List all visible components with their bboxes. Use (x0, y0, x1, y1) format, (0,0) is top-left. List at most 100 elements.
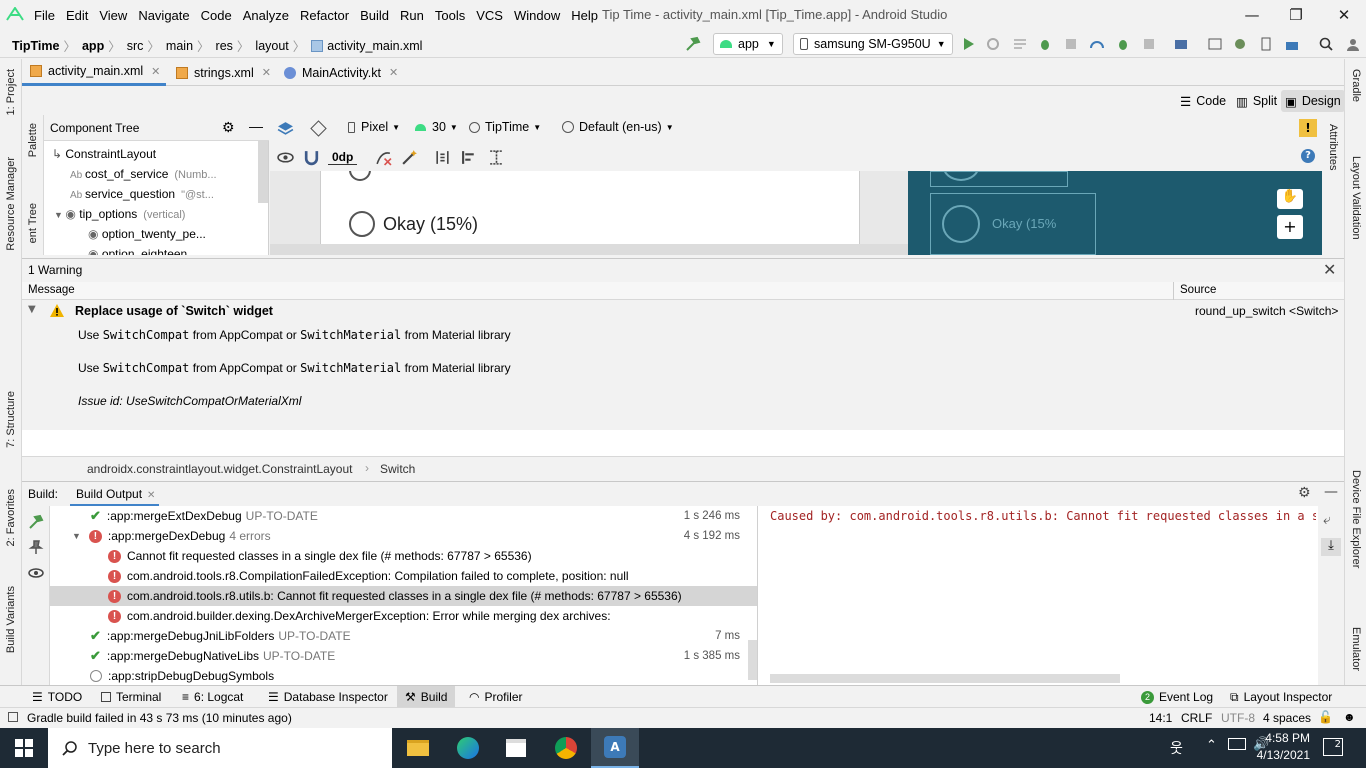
source-column-header[interactable]: Source (1180, 284, 1216, 296)
menu-view[interactable]: View (99, 8, 127, 23)
build-tool-button[interactable]: ⚒ Build (397, 686, 456, 708)
warning-icon[interactable]: ! (1299, 119, 1317, 137)
event-log-tool-button[interactable]: 2 Event Log (1141, 686, 1213, 708)
api-level-dropdown[interactable]: 30 ▼ (415, 120, 458, 134)
tree-item[interactable]: ▼ ◉ tip_options (vertical) (54, 207, 185, 221)
avd-manager-icon[interactable] (1207, 36, 1223, 52)
chevron-up-icon[interactable]: ⌃ (1206, 738, 1217, 753)
cursor-position[interactable]: 14:1 (1149, 711, 1172, 725)
layers-icon[interactable] (277, 120, 294, 137)
coverage-icon[interactable] (1063, 36, 1079, 52)
tab-strings[interactable]: strings.xml ✕ (168, 59, 272, 86)
file-explorer-taskbar-icon[interactable] (394, 728, 442, 768)
pack-icon[interactable] (434, 149, 451, 166)
orientation-icon[interactable] (310, 120, 327, 137)
minimize-panel-icon[interactable]: — (1324, 484, 1338, 500)
blueprint-preview[interactable]: Okay (15% ✋ + (908, 171, 1322, 255)
debug-icon[interactable] (1037, 36, 1053, 52)
scroll-to-end-icon[interactable]: ⤓ (1321, 538, 1341, 556)
crumb-layout[interactable]: layout (255, 39, 288, 53)
tab-main-activity[interactable]: MainActivity.kt ✕ (276, 59, 406, 86)
code-mode-button[interactable]: ☰ Code (1176, 90, 1230, 112)
infer-constraints-icon[interactable] (401, 149, 418, 166)
tree-scrollbar[interactable] (258, 141, 268, 203)
default-margin-dropdown[interactable]: 0dp (328, 150, 358, 165)
menu-build[interactable]: Build (360, 8, 389, 23)
device-manager-icon[interactable] (1258, 36, 1274, 52)
message-column-header[interactable]: Message (28, 284, 75, 296)
clock-date[interactable]: 4/13/2021 (1254, 748, 1310, 762)
pin-icon[interactable] (28, 539, 44, 555)
notifications-icon[interactable]: 2 (1323, 738, 1343, 756)
build-row[interactable]: ✔:app:mergeDebugNativeLibs UP-TO-DATE 1 s … (50, 646, 757, 666)
help-icon[interactable]: ? (1301, 149, 1315, 163)
device-preview-dropdown[interactable]: Pixel ▼ (348, 120, 400, 134)
structure-tool-tab[interactable]: 7: Structure (5, 391, 17, 448)
favorites-tool-tab[interactable]: 2: Favorites (5, 489, 17, 546)
close-tab-icon[interactable]: ✕ (151, 65, 160, 78)
attributes-tool-tab[interactable]: Attributes (1327, 124, 1339, 170)
hammer-icon[interactable] (685, 36, 701, 52)
lock-icon[interactable]: 🔓 (1318, 710, 1333, 724)
file-encoding[interactable]: UTF-8 (1221, 711, 1255, 725)
project-structure-icon[interactable] (1173, 36, 1189, 52)
palette-tab[interactable]: Palette (27, 123, 39, 157)
minimize-button[interactable]: — (1241, 4, 1263, 26)
tree-item[interactable]: Ab cost_of_service (Numb... (70, 167, 217, 181)
build-output-tab[interactable]: Build Output ✕ (70, 482, 160, 507)
crumb-res[interactable]: res (216, 39, 233, 53)
close-button[interactable]: ✕ (1333, 4, 1355, 26)
soft-wrap-icon[interactable]: ⤶ (1323, 512, 1331, 528)
crumb-src[interactable]: src (127, 39, 144, 53)
device-dropdown[interactable]: samsung SM-G950U ▼ (793, 33, 953, 55)
run-icon[interactable] (960, 36, 976, 52)
menu-vcs[interactable]: VCS (476, 8, 503, 23)
build-tree-scrollbar[interactable] (748, 640, 757, 680)
sdk-manager-icon[interactable] (1284, 36, 1300, 52)
search-icon[interactable] (1318, 36, 1334, 52)
start-button[interactable] (0, 728, 48, 768)
chrome-taskbar-icon[interactable] (542, 728, 590, 768)
align-icon[interactable] (461, 149, 478, 166)
todo-tool-button[interactable]: ☰ TODO (32, 686, 82, 708)
hammer-icon[interactable] (28, 514, 44, 530)
indent-setting[interactable]: 4 spaces (1263, 711, 1311, 725)
build-row[interactable]: ! Cannot fit requested classes in a singl… (50, 546, 757, 566)
element-path-child[interactable]: Switch (380, 462, 415, 476)
menu-tools[interactable]: Tools (435, 8, 465, 23)
run-config-dropdown[interactable]: app ▼ (713, 33, 783, 55)
phone-preview[interactable]: Okay (15%) (320, 171, 860, 255)
crumb-main[interactable]: main (166, 39, 193, 53)
gear-icon[interactable]: ⚙ (1298, 485, 1311, 501)
theme-dropdown[interactable]: TipTime ▼ (469, 120, 541, 134)
taskbar-search-box[interactable]: Type here to search (48, 728, 392, 768)
device-file-explorer-tool-tab[interactable]: Device File Explorer (1350, 470, 1362, 568)
eye-icon[interactable] (28, 565, 44, 581)
menu-window[interactable]: Window (514, 8, 560, 23)
problem-source[interactable]: round_up_switch <Switch> (1195, 304, 1338, 318)
expand-arrow-icon[interactable]: ▼ (28, 304, 36, 315)
profiler-tool-button[interactable]: ◠ Profiler (469, 686, 523, 708)
status-message[interactable]: Gradle build failed in 43 s 73 ms (10 mi… (27, 711, 292, 725)
magnet-icon[interactable] (303, 149, 320, 166)
battery-icon[interactable] (1228, 738, 1246, 750)
logcat-tool-button[interactable]: ≡ 6: Logcat (182, 686, 243, 708)
build-output-console[interactable]: Caused by: com.android.tools.r8.utils.b:… (758, 506, 1318, 685)
design-mode-button[interactable]: ▣ Design (1281, 90, 1345, 112)
maximize-button[interactable]: ❐ (1285, 4, 1307, 26)
crumb-module[interactable]: app (82, 39, 104, 53)
emulator-tool-tab[interactable]: Emulator (1350, 627, 1362, 671)
menu-help[interactable]: Help (571, 8, 598, 23)
eye-icon[interactable] (277, 149, 294, 166)
component-tree-tab[interactable]: ent Tree (27, 203, 39, 243)
menu-navigate[interactable]: Navigate (138, 8, 189, 23)
output-scrollbar[interactable] (770, 674, 1120, 683)
guidelines-icon[interactable] (488, 149, 505, 166)
build-variants-tool-tab[interactable]: Build Variants (5, 586, 17, 653)
apply-code-changes-icon[interactable] (1012, 36, 1028, 52)
close-panel-icon[interactable]: ✕ (1323, 260, 1336, 279)
edge-taskbar-icon[interactable] (444, 728, 492, 768)
gear-icon[interactable]: ⚙ (222, 119, 235, 136)
stop-icon[interactable] (1141, 36, 1157, 52)
resource-manager-tool-tab[interactable]: Resource Manager (5, 157, 17, 251)
